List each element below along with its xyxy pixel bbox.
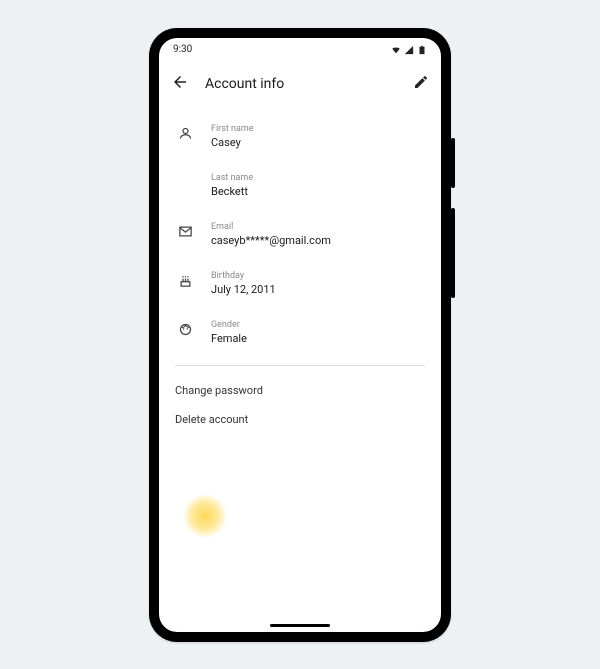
cake-icon — [178, 273, 193, 288]
nav-indicator — [270, 624, 330, 627]
field-first-name[interactable]: First name Casey — [159, 114, 441, 163]
status-bar: 9:30 — [159, 38, 441, 62]
content: First name Casey Last name Beckett Email… — [159, 106, 441, 632]
field-label: Email — [211, 222, 425, 232]
field-value: Casey — [211, 136, 425, 149]
person-icon — [178, 126, 193, 141]
field-gender[interactable]: Gender Female — [159, 310, 441, 359]
field-value: caseyb*****@gmail.com — [211, 234, 425, 247]
side-button — [451, 208, 455, 298]
field-label: Last name — [211, 173, 425, 183]
field-label: Birthday — [211, 271, 425, 281]
field-value: July 12, 2011 — [211, 283, 425, 296]
field-value: Female — [211, 332, 425, 345]
app-bar: Account info — [159, 62, 441, 106]
page-title: Account info — [205, 76, 397, 92]
divider — [175, 365, 425, 366]
arrow-left-icon — [171, 73, 189, 91]
side-button — [451, 138, 455, 188]
change-password-link[interactable]: Change password — [159, 376, 441, 405]
field-label: First name — [211, 124, 425, 134]
edit-button[interactable] — [413, 74, 429, 94]
field-last-name[interactable]: Last name Beckett — [159, 163, 441, 212]
field-email[interactable]: Email caseyb*****@gmail.com — [159, 212, 441, 261]
field-value: Beckett — [211, 185, 425, 198]
battery-icon — [417, 45, 427, 55]
signal-icon — [404, 45, 414, 55]
status-icons — [391, 45, 427, 55]
email-icon — [178, 224, 193, 239]
back-button[interactable] — [171, 73, 189, 95]
field-birthday[interactable]: Birthday July 12, 2011 — [159, 261, 441, 310]
status-time: 9:30 — [173, 44, 192, 55]
field-label: Gender — [211, 320, 425, 330]
delete-account-link[interactable]: Delete account — [159, 405, 441, 434]
screen: 9:30 Account info First name — [159, 38, 441, 632]
pencil-icon — [413, 74, 429, 90]
phone-frame: 9:30 Account info First name — [149, 28, 451, 642]
wifi-icon — [391, 45, 401, 55]
face-icon — [178, 322, 193, 337]
